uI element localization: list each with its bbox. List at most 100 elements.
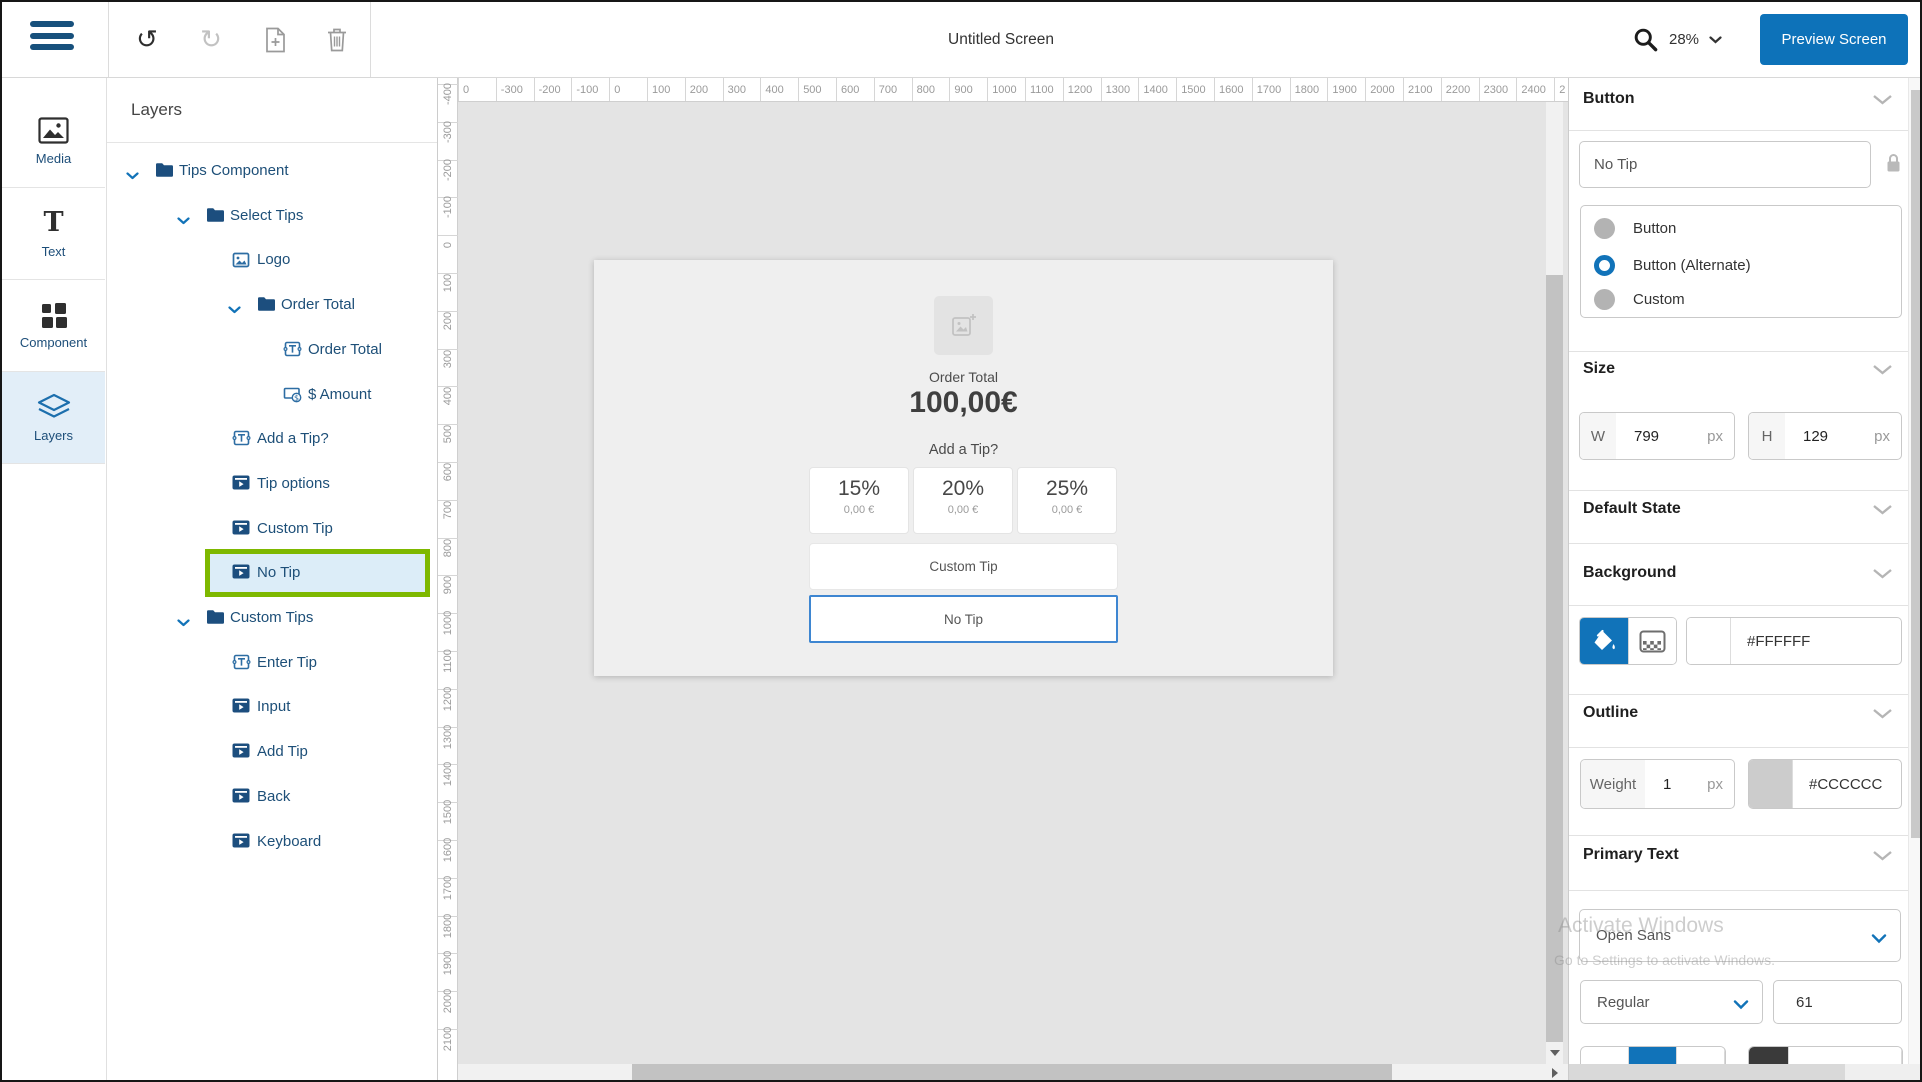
outline-color-swatch[interactable] xyxy=(1749,760,1793,808)
component-name-input[interactable]: No Tip xyxy=(1579,141,1871,188)
layer-row-custom-tips[interactable]: Custom Tips xyxy=(107,596,437,640)
duplicate-screen-button[interactable] xyxy=(252,2,298,77)
tip-option-button-15[interactable]: 15%0,00 € xyxy=(809,467,909,534)
canvas-vertical-scrollbar[interactable] xyxy=(1546,102,1563,1064)
lock-icon[interactable] xyxy=(1885,152,1902,179)
ruler-label: 200 xyxy=(442,304,454,338)
layer-row-custom-tip[interactable]: Custom Tip xyxy=(107,507,437,551)
checkerboard-icon xyxy=(1639,630,1666,653)
zoom-level[interactable]: 28% xyxy=(1669,31,1699,48)
canvas-horizontal-scrollbar[interactable] xyxy=(458,1064,1568,1082)
preview-screen-button[interactable]: Preview Screen xyxy=(1760,14,1908,65)
scrollbar-thumb[interactable] xyxy=(1911,90,1922,838)
layer-row-select-tips[interactable]: Select Tips xyxy=(107,194,437,238)
chevron-down-icon[interactable] xyxy=(126,167,139,185)
tip-option-button-25[interactable]: 25%0,00 € xyxy=(1017,467,1117,534)
chevron-down-icon[interactable] xyxy=(1872,92,1893,110)
properties-scrollbar[interactable] xyxy=(1908,78,1922,1082)
zoom-chevron-down-icon[interactable] xyxy=(1709,36,1722,44)
layer-row-add-a-tip-[interactable]: Add a Tip? xyxy=(107,417,437,461)
chevron-down-icon[interactable] xyxy=(1872,706,1893,724)
scroll-down-arrow-icon[interactable] xyxy=(1550,1050,1560,1056)
add-a-tip-label[interactable]: Add a Tip? xyxy=(594,442,1333,458)
variant-option-custom[interactable]: Custom xyxy=(1581,286,1901,312)
layer-row-add-tip[interactable]: Add Tip xyxy=(107,730,437,774)
ruler-label: 1100 xyxy=(1025,78,1063,102)
font-family-dropdown[interactable]: Open Sans xyxy=(1579,909,1901,962)
tip-amount-label: 0,00 € xyxy=(810,504,908,516)
undo-button[interactable]: ↺ xyxy=(124,2,170,77)
ruler-label: 1600 xyxy=(442,833,454,867)
sidebar-item-component[interactable]: Component xyxy=(2,280,105,372)
layer-row-input[interactable]: Input xyxy=(107,685,437,729)
order-total-label[interactable]: Order Total xyxy=(594,369,1333,385)
divider xyxy=(1569,490,1909,491)
sidebar-item-text[interactable]: T Text xyxy=(2,188,105,280)
layer-row--amount[interactable]: $$ Amount xyxy=(107,373,437,417)
layer-row-logo[interactable]: Logo xyxy=(107,238,437,282)
chevron-down-icon[interactable] xyxy=(177,614,190,632)
layer-row-tips-component[interactable]: Tips Component xyxy=(107,149,437,193)
ruler-label: 900 xyxy=(442,568,454,602)
scrollbar-thumb[interactable] xyxy=(1546,275,1563,1042)
layer-row-tip-options[interactable]: Tip options xyxy=(107,462,437,506)
divider xyxy=(1569,543,1909,544)
layer-label: Add a Tip? xyxy=(257,417,329,461)
ruler-label: 0 xyxy=(458,78,496,102)
divider xyxy=(1569,694,1909,695)
custom-tip-button[interactable]: Custom Tip xyxy=(809,543,1118,590)
layer-row-back[interactable]: Back xyxy=(107,775,437,819)
properties-panel: Button No Tip ButtonButton (Alternate)Cu… xyxy=(1568,78,1922,1082)
ruler-label: 100 xyxy=(647,78,685,102)
font-size-input[interactable]: 61 xyxy=(1773,980,1902,1024)
logo-image-placeholder[interactable] xyxy=(934,296,993,355)
layer-row-keyboard[interactable]: Keyboard xyxy=(107,820,437,864)
radio-selected-icon[interactable] xyxy=(1594,255,1615,276)
transparent-fill-button[interactable] xyxy=(1628,618,1676,664)
tip-options-row: 15%0,00 €20%0,00 €25%0,00 € xyxy=(809,467,1118,534)
trash-icon xyxy=(326,27,348,53)
design-artboard[interactable]: Order Total 100,00€ Add a Tip? 15%0,00 €… xyxy=(594,260,1333,676)
background-color-swatch[interactable] xyxy=(1687,618,1731,664)
ruler-label: 1500 xyxy=(1176,78,1214,102)
variant-option-button-alternate-[interactable]: Button (Alternate) xyxy=(1581,252,1901,278)
chevron-down-icon[interactable] xyxy=(1872,362,1893,380)
chevron-down-icon[interactable] xyxy=(1872,566,1893,584)
layer-row-order-total[interactable]: Order Total xyxy=(107,328,437,372)
radio-icon[interactable] xyxy=(1594,218,1615,239)
layer-row-no-tip[interactable]: No Tip xyxy=(107,551,437,595)
tip-option-button-20[interactable]: 20%0,00 € xyxy=(913,467,1013,534)
font-weight-dropdown[interactable]: Regular xyxy=(1580,980,1763,1024)
variant-option-button[interactable]: Button xyxy=(1581,215,1901,241)
scroll-right-arrow-icon[interactable] xyxy=(1552,1068,1558,1078)
layers-tree: Tips ComponentSelect TipsLogoOrder Total… xyxy=(107,78,437,1082)
zoom-search-icon[interactable] xyxy=(1632,26,1659,53)
height-input[interactable]: H 129 px xyxy=(1748,412,1902,460)
ruler-label: 1200 xyxy=(1063,78,1101,102)
radio-icon[interactable] xyxy=(1594,289,1615,310)
outline-weight-input[interactable]: Weight 1 px xyxy=(1580,759,1735,809)
chevron-down-icon[interactable] xyxy=(1872,848,1893,866)
sidebar-item-layers[interactable]: Layers xyxy=(2,372,105,464)
hamburger-menu-icon[interactable] xyxy=(30,21,74,59)
chevron-down-icon[interactable] xyxy=(1872,502,1893,520)
chevron-down-icon[interactable] xyxy=(177,212,190,230)
chevron-down-icon[interactable] xyxy=(228,301,241,319)
ruler-label: 400 xyxy=(442,379,454,413)
layer-row-order-total[interactable]: Order Total xyxy=(107,283,437,327)
layer-row-enter-tip[interactable]: Enter Tip xyxy=(107,641,437,685)
order-total-value[interactable]: 100,00€ xyxy=(594,386,1333,420)
ruler-label: -100 xyxy=(442,190,454,224)
background-color-field[interactable]: #FFFFFF xyxy=(1686,617,1902,665)
width-input[interactable]: W 799 px xyxy=(1579,412,1735,460)
ruler-label: 1900 xyxy=(442,946,454,980)
no-tip-button-selected[interactable]: No Tip xyxy=(809,595,1118,643)
outline-color-field[interactable]: #CCCCCC xyxy=(1748,759,1902,809)
delete-button[interactable] xyxy=(314,2,360,77)
solid-fill-button[interactable] xyxy=(1580,618,1628,664)
redo-button[interactable]: ↻ xyxy=(188,2,234,77)
scrollbar-thumb[interactable] xyxy=(632,1064,1392,1082)
sidebar-item-media[interactable]: Media xyxy=(2,96,105,188)
folder-icon xyxy=(206,207,225,228)
ruler-label: 1000 xyxy=(987,78,1025,102)
